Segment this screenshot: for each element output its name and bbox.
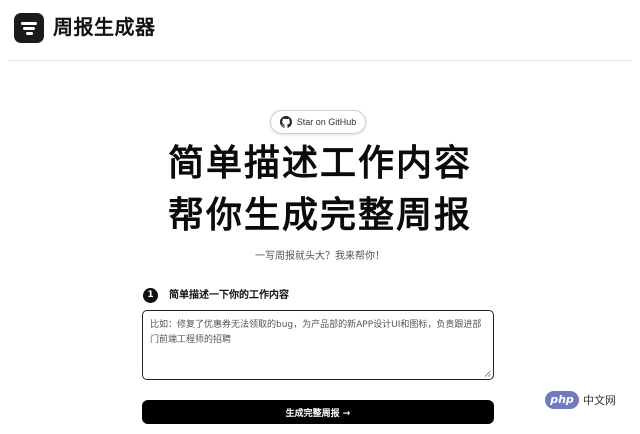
- work-description-input[interactable]: [150, 318, 486, 372]
- php-logo: php: [545, 391, 579, 409]
- hero-title-line1: 简单描述工作内容: [167, 143, 472, 184]
- star-on-github-label: Star on GitHub: [296, 117, 357, 127]
- step-number-badge: 1: [143, 288, 158, 303]
- list-filter-icon[interactable]: [14, 13, 44, 43]
- hero-subtitle: 一写周报就头大？我来帮你！: [255, 251, 385, 262]
- app-frame: 周报生成器 Star on GitHub 简单描述工作内容 帮你生成完整周报 一…: [0, 0, 640, 434]
- work-description-box: [142, 310, 494, 380]
- app-title: 周报生成器: [53, 15, 156, 39]
- watermark: php 中文网: [545, 391, 616, 409]
- resize-handle-icon[interactable]: [484, 370, 491, 377]
- hero-title-line2: 帮你生成完整周报: [167, 195, 472, 236]
- watermark-text: 中文网: [583, 394, 616, 407]
- github-icon: [279, 116, 292, 128]
- generate-report-button[interactable]: 生成完整周报 →: [142, 400, 494, 424]
- step-label: 简单描述一下你的工作内容: [169, 290, 289, 301]
- app-header: 周报生成器: [0, 0, 640, 62]
- header-divider: [8, 60, 632, 61]
- star-on-github-button[interactable]: Star on GitHub: [270, 110, 366, 134]
